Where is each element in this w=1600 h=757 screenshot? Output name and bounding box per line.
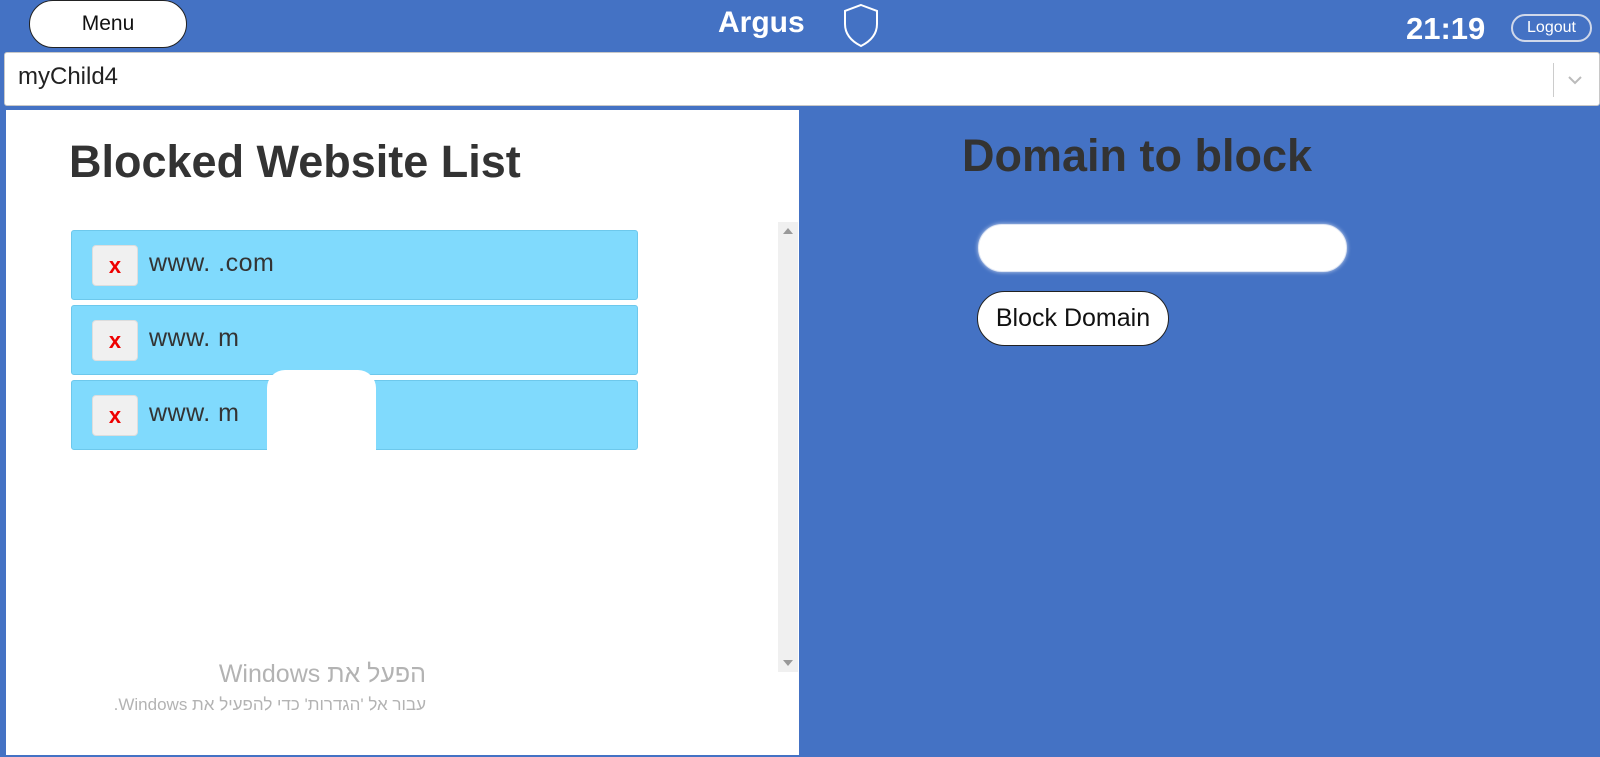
select-divider bbox=[1553, 63, 1554, 97]
scroll-down-arrow-icon[interactable] bbox=[783, 660, 793, 666]
menu-button[interactable]: Menu bbox=[29, 0, 187, 48]
app-title: Argus bbox=[718, 6, 805, 39]
blocked-list: x www. .com x www. m x www. m bbox=[71, 230, 638, 558]
list-item: x www. .com bbox=[71, 230, 638, 300]
domain-input[interactable] bbox=[978, 224, 1347, 272]
windows-activation-watermark: הפעל את Windows עבור אל 'הגדרות' כדי להפ… bbox=[114, 660, 426, 715]
blocked-domain: www. .com bbox=[149, 249, 275, 277]
scroll-up-arrow-icon[interactable] bbox=[783, 228, 793, 234]
blocked-list-panel: Blocked Website List x www. .com x www. … bbox=[6, 110, 799, 755]
child-select[interactable]: myChild4 bbox=[4, 52, 1600, 106]
redaction-overlay bbox=[267, 370, 376, 558]
blocked-list-title: Blocked Website List bbox=[69, 136, 521, 187]
block-form-title: Domain to block bbox=[962, 130, 1313, 181]
list-scrollbar[interactable] bbox=[778, 222, 798, 672]
remove-button[interactable]: x bbox=[92, 395, 138, 436]
chevron-down-icon[interactable] bbox=[1561, 63, 1589, 97]
remove-button[interactable]: x bbox=[92, 245, 138, 286]
blocked-domain: www. m bbox=[149, 324, 240, 352]
watermark-line-2: עבור אל 'הגדרות' כדי להפעיל את Windows. bbox=[113, 695, 426, 714]
watermark-line-1: הפעל את Windows bbox=[218, 660, 426, 688]
remove-button[interactable]: x bbox=[92, 320, 138, 361]
child-select-value: myChild4 bbox=[18, 63, 119, 90]
shield-icon bbox=[844, 3, 878, 48]
list-item: x www. m bbox=[71, 305, 638, 375]
blocked-domain: www. m bbox=[149, 399, 240, 427]
top-bar: Menu Argus 21:19 Logout bbox=[0, 0, 1600, 50]
logout-button[interactable]: Logout bbox=[1511, 14, 1592, 42]
block-domain-button[interactable]: Block Domain bbox=[977, 291, 1169, 346]
clock: 21:19 bbox=[1406, 11, 1486, 46]
